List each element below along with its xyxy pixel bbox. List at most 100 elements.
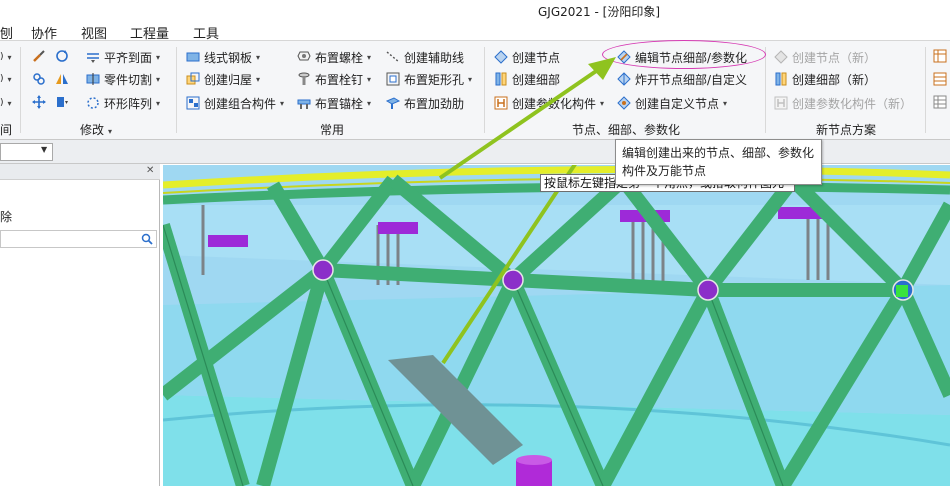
align-icon[interactable] <box>55 95 69 109</box>
create-node-label: 创建节点 <box>512 50 561 65</box>
explode-node-button[interactable]: 炸开节点细部/自定义 <box>617 69 747 89</box>
part-cut-label: 零件切割 <box>104 72 153 87</box>
group-label-modify[interactable]: 修改 ▾ <box>80 121 112 138</box>
create-param-new-label: 创建参数化构件（新） <box>792 96 913 111</box>
move-icon[interactable] <box>32 95 46 109</box>
create-aux-line-button[interactable]: 创建辅助线 <box>386 47 464 67</box>
table-icon[interactable] <box>933 72 947 86</box>
partial-dropdown-3[interactable]: ) ▾ <box>0 93 12 113</box>
line-steel-plate-label: 线式钢板 <box>204 50 253 65</box>
place-rect-hole-button[interactable]: 布置矩形孔 ▾ <box>386 69 472 89</box>
detail-new-icon <box>775 72 787 86</box>
place-stud-button[interactable]: 布置栓钉 ▾ <box>297 69 371 89</box>
search-icon[interactable] <box>141 233 153 245</box>
create-detail-label: 创建细部 <box>512 72 561 87</box>
flat-to-face-label: 平齐到面 <box>104 50 153 65</box>
node-new-icon <box>774 50 788 64</box>
component-group-icon <box>186 96 200 110</box>
grid-icon[interactable] <box>933 49 947 63</box>
custom-node-icon <box>617 96 631 110</box>
create-detail-new-button[interactable]: 创建细部（新） <box>774 69 876 89</box>
rotate-icon[interactable] <box>55 49 69 63</box>
group-icon <box>186 72 200 85</box>
place-stiffener-button[interactable]: 布置加劲肋 <box>386 93 464 113</box>
ring-array-button[interactable]: 环形阵列 ▾ <box>86 93 160 113</box>
left-panel: ✕ 除 <box>0 164 160 486</box>
place-bolt-button[interactable]: 布置螺栓 ▾ <box>297 47 371 67</box>
flat-face-icon <box>87 53 99 63</box>
place-anchor-button[interactable]: 布置锚栓 ▾ <box>297 93 371 113</box>
create-component-group-button[interactable]: 创建组合构件 ▾ <box>186 93 284 113</box>
flat-to-face-button[interactable]: 平齐到面 ▾ <box>86 47 160 67</box>
create-param-label: 创建参数化构件 <box>512 96 597 111</box>
tooltip-line-1: 编辑创建出来的节点、细部、参数化 <box>622 146 815 160</box>
ribbon: ) ▾ ) ▾ ) ▾ 间 平齐到面 ▾ 零件切割 ▾ 环形阵列 ▾ 修改 ▾ 线式钢板 ▾ 创… <box>0 40 950 140</box>
group-label-common: 常用 <box>320 123 345 137</box>
part-cut-button[interactable]: 零件切割 ▾ <box>86 69 160 89</box>
create-param-new-button[interactable]: 创建参数化构件（新） <box>774 93 912 113</box>
steel-plate-icon <box>186 52 200 62</box>
place-stud-label: 布置栓钉 <box>315 72 364 87</box>
stud-icon <box>298 72 310 85</box>
edit-node-label: 编辑节点细部/参数化 <box>635 50 748 65</box>
node-icon <box>494 50 508 64</box>
create-param-button[interactable]: 创建参数化构件 ▾ <box>494 93 604 113</box>
param-new-icon <box>774 96 788 110</box>
aux-line-icon <box>386 51 400 63</box>
create-custom-node-label: 创建自定义节点 <box>635 96 720 111</box>
ring-array-icon <box>87 97 99 109</box>
rect-hole-icon <box>386 72 400 86</box>
create-node-new-label: 创建节点（新） <box>792 50 877 65</box>
bolt-icon <box>297 51 311 61</box>
place-anchor-label: 布置锚栓 <box>315 96 364 111</box>
tooltip-line-2: 构件及万能节点 <box>622 164 707 178</box>
group-label-node: 节点、细部、参数化 <box>572 123 681 137</box>
create-group-label: 创建归屋 <box>204 72 253 87</box>
place-rect-hole-label: 布置矩形孔 <box>404 72 465 87</box>
line-steel-plate-button[interactable]: 线式钢板 ▾ <box>186 47 260 67</box>
create-detail-new-label: 创建细部（新） <box>792 72 877 87</box>
separator <box>484 47 485 133</box>
part-cut-icon <box>86 73 100 85</box>
partial-dropdown-1[interactable]: ) ▾ <box>0 47 12 67</box>
edit-node-button[interactable]: 编辑节点细部/参数化 <box>617 47 747 67</box>
separator <box>176 47 177 133</box>
anchor-icon <box>297 99 311 109</box>
separator <box>925 47 926 133</box>
floor-selector[interactable]: ▼ <box>0 143 53 161</box>
create-group-button[interactable]: 创建归屋 ▾ <box>186 69 260 89</box>
stiffener-icon <box>386 97 400 109</box>
explode-node-icon <box>617 72 631 86</box>
delete-button[interactable]: 除 <box>0 208 12 225</box>
purple-cylinder <box>516 455 552 486</box>
brush-icon[interactable] <box>32 49 46 63</box>
structure-scene <box>163 165 950 486</box>
param-icon <box>494 96 508 110</box>
search-input[interactable] <box>0 230 157 248</box>
separator <box>20 47 21 133</box>
link-icon[interactable] <box>32 72 46 86</box>
title-bar: GJG2021 - [汾阳印象] <box>0 0 950 20</box>
edit-node-icon <box>617 50 631 64</box>
close-icon[interactable]: ✕ <box>146 165 154 176</box>
tooltip: 编辑创建出来的节点、细部、参数化 构件及万能节点 <box>615 139 822 185</box>
detail-icon <box>495 72 507 86</box>
list-icon[interactable] <box>933 95 947 109</box>
create-detail-button[interactable]: 创建细部 <box>494 69 560 89</box>
create-node-button[interactable]: 创建节点 <box>494 47 560 67</box>
create-node-new-button[interactable]: 创建节点（新） <box>774 47 876 67</box>
group-label-left: 间 <box>0 123 13 137</box>
window-title: GJG2021 - [汾阳印象] <box>538 5 660 19</box>
create-custom-node-button[interactable]: 创建自定义节点 ▾ <box>617 93 727 113</box>
mirror-icon[interactable] <box>55 72 69 86</box>
group-label-new-node: 新节点方案 <box>816 123 877 137</box>
3d-viewport[interactable] <box>163 165 950 486</box>
create-aux-line-label: 创建辅助线 <box>404 50 465 65</box>
ring-array-label: 环形阵列 <box>104 96 153 111</box>
partial-dropdown-2[interactable]: ) ▾ <box>0 69 12 89</box>
create-component-group-label: 创建组合构件 <box>204 96 277 111</box>
place-bolt-label: 布置螺栓 <box>315 50 364 65</box>
chevron-down-icon: ▼ <box>41 145 48 154</box>
panel-header: ✕ <box>0 164 160 180</box>
menu-bar: 刨 协作 视图 工程量 工具 <box>0 20 950 42</box>
